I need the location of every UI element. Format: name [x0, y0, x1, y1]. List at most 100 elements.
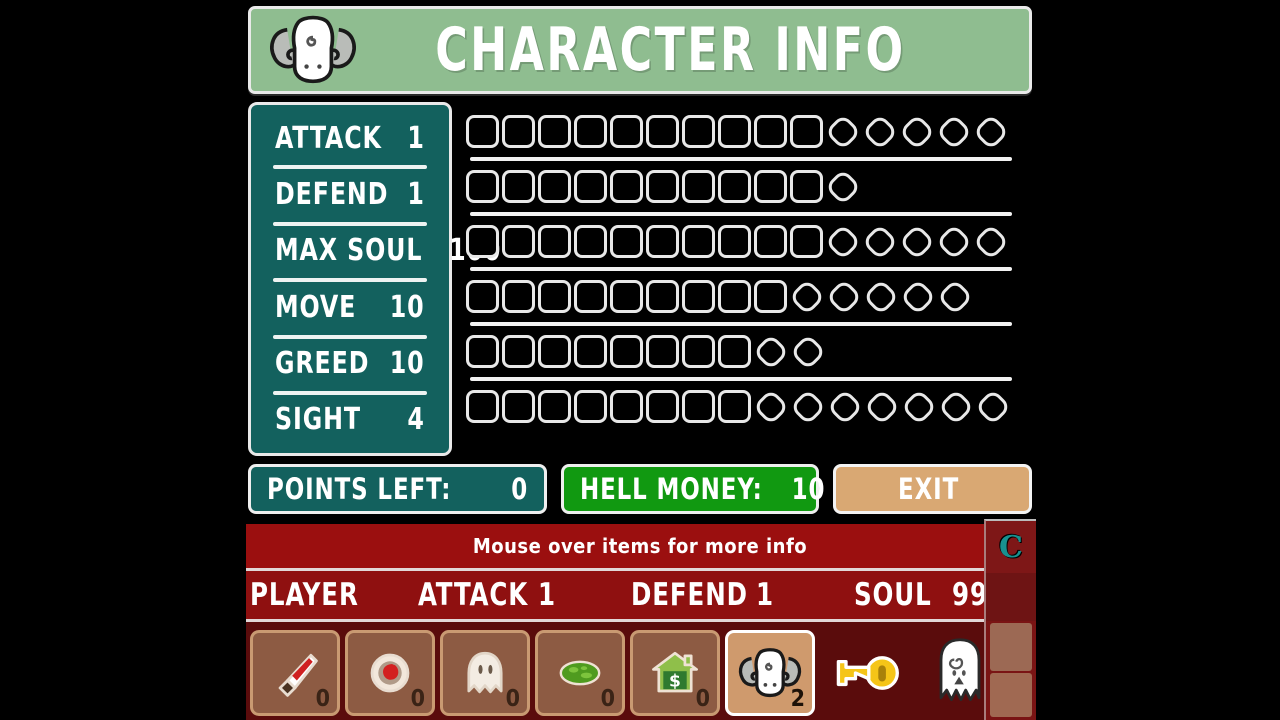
stat-pip-square[interactable]	[718, 225, 751, 258]
stat-bar-greed[interactable]	[466, 322, 1026, 379]
stat-pip-square[interactable]	[502, 390, 535, 423]
stat-pip-diamond[interactable]	[752, 333, 790, 370]
stat-pip-square[interactable]	[466, 280, 499, 313]
stat-pip-diamond[interactable]	[863, 388, 901, 425]
hud-tooltip-text: Mouse over items for more info	[472, 534, 808, 558]
stat-pip-diamond[interactable]	[824, 168, 862, 205]
stat-pip-diamond[interactable]	[861, 223, 899, 260]
stat-pip-square[interactable]	[574, 170, 607, 203]
stat-pip-square[interactable]	[682, 115, 715, 148]
stat-pip-square[interactable]	[682, 280, 715, 313]
stat-pip-square[interactable]	[718, 280, 751, 313]
stat-pip-square[interactable]	[754, 170, 787, 203]
stat-bar-move[interactable]	[466, 267, 1026, 324]
stat-pip-diamond[interactable]	[824, 113, 862, 150]
stat-pip-diamond[interactable]	[935, 223, 973, 260]
stat-pip-square[interactable]	[502, 280, 535, 313]
stat-pip-square[interactable]	[466, 170, 499, 203]
stat-pip-square[interactable]	[610, 170, 643, 203]
stat-pip-diamond[interactable]	[972, 223, 1010, 260]
stat-pip-square[interactable]	[502, 115, 535, 148]
stat-bar-sight[interactable]	[466, 377, 1026, 434]
stat-pip-square[interactable]	[610, 335, 643, 368]
stat-pip-square[interactable]	[610, 225, 643, 258]
stat-bar-max-soul[interactable]	[466, 212, 1026, 269]
item-slot-ram-head[interactable]: 2	[725, 629, 815, 716]
stat-pip-square[interactable]	[574, 225, 607, 258]
stat-pip-square[interactable]	[790, 225, 823, 258]
stat-pip-diamond[interactable]	[862, 278, 900, 315]
stat-pip-square[interactable]	[502, 170, 535, 203]
stat-pip-square[interactable]	[682, 170, 715, 203]
stat-pip-diamond[interactable]	[937, 388, 975, 425]
stat-pip-diamond[interactable]	[898, 223, 936, 260]
stat-pip-square[interactable]	[718, 170, 751, 203]
stat-pip-diamond[interactable]	[898, 113, 936, 150]
stat-pip-square[interactable]	[682, 390, 715, 423]
item-slot-ghost[interactable]: 0	[440, 629, 530, 716]
stat-pip-diamond[interactable]	[752, 388, 790, 425]
item-slot-key[interactable]	[820, 630, 910, 716]
stat-pip-diamond[interactable]	[974, 388, 1012, 425]
stat-pip-square[interactable]	[466, 335, 499, 368]
stat-pip-square[interactable]	[646, 280, 679, 313]
stat-pip-square[interactable]	[538, 225, 571, 258]
item-slot-money-house[interactable]: $ 0	[630, 629, 720, 716]
stat-pip-diamond[interactable]	[789, 333, 827, 370]
stat-pip-diamond[interactable]	[826, 388, 864, 425]
stat-pip-square[interactable]	[610, 115, 643, 148]
stat-pip-square[interactable]	[682, 225, 715, 258]
stat-pip-diamond[interactable]	[789, 388, 827, 425]
stat-pip-square[interactable]	[646, 225, 679, 258]
stat-pip-square[interactable]	[754, 115, 787, 148]
stat-pip-square[interactable]	[538, 390, 571, 423]
stat-bar-attack[interactable]	[466, 104, 1026, 159]
stat-pip-diamond[interactable]	[900, 388, 938, 425]
stat-pip-square[interactable]	[718, 335, 751, 368]
item-slot-eyeball[interactable]: 0	[345, 629, 435, 716]
exit-button[interactable]: EXIT	[832, 464, 1032, 514]
stat-pip-square[interactable]	[538, 170, 571, 203]
stat-pip-diamond[interactable]	[935, 113, 973, 150]
stat-pip-square[interactable]	[538, 115, 571, 148]
stat-pip-square[interactable]	[574, 115, 607, 148]
stat-pip-square[interactable]	[574, 390, 607, 423]
cheat-engine-overlay[interactable]: C	[984, 519, 1036, 720]
item-slot-knife[interactable]: 0	[250, 629, 340, 716]
stat-pip-square[interactable]	[754, 225, 787, 258]
stat-pip-square[interactable]	[502, 225, 535, 258]
stat-pip-square[interactable]	[646, 115, 679, 148]
stat-pip-diamond[interactable]	[824, 223, 862, 260]
stat-pip-square[interactable]	[574, 280, 607, 313]
hell-money-display: HELL MONEY: 10	[560, 464, 825, 514]
stat-pip-square[interactable]	[466, 225, 499, 258]
stat-pip-square[interactable]	[646, 170, 679, 203]
stat-pip-square[interactable]	[646, 335, 679, 368]
stat-pip-diamond[interactable]	[899, 278, 937, 315]
stat-pip-square[interactable]	[682, 335, 715, 368]
stat-pip-square[interactable]	[790, 115, 823, 148]
stat-pip-square[interactable]	[538, 335, 571, 368]
stat-bar-defend[interactable]	[466, 157, 1026, 214]
stat-pip-square[interactable]	[790, 170, 823, 203]
stat-pip-square[interactable]	[466, 390, 499, 423]
stat-pip-square[interactable]	[610, 390, 643, 423]
stat-pip-square[interactable]	[466, 115, 499, 148]
stat-pip-square[interactable]	[610, 280, 643, 313]
stat-pip-diamond[interactable]	[788, 278, 826, 315]
stat-pip-diamond[interactable]	[972, 113, 1010, 150]
footer-bar: POINTS LEFT: 0 HELL MONEY: 10 EXIT	[248, 464, 1032, 514]
stat-pip-square[interactable]	[646, 390, 679, 423]
stat-pip-square[interactable]	[502, 335, 535, 368]
points-left-value: 0	[510, 472, 528, 506]
item-slot-slime[interactable]: 0	[535, 629, 625, 716]
stat-pip-square[interactable]	[718, 115, 751, 148]
stat-pip-square[interactable]	[754, 280, 787, 313]
stat-pip-square[interactable]	[574, 335, 607, 368]
stat-pip-diamond[interactable]	[825, 278, 863, 315]
item-count: 0	[505, 685, 520, 712]
stat-pip-square[interactable]	[538, 280, 571, 313]
stat-pip-diamond[interactable]	[861, 113, 899, 150]
stat-pip-diamond[interactable]	[936, 278, 974, 315]
stat-pip-square[interactable]	[718, 390, 751, 423]
